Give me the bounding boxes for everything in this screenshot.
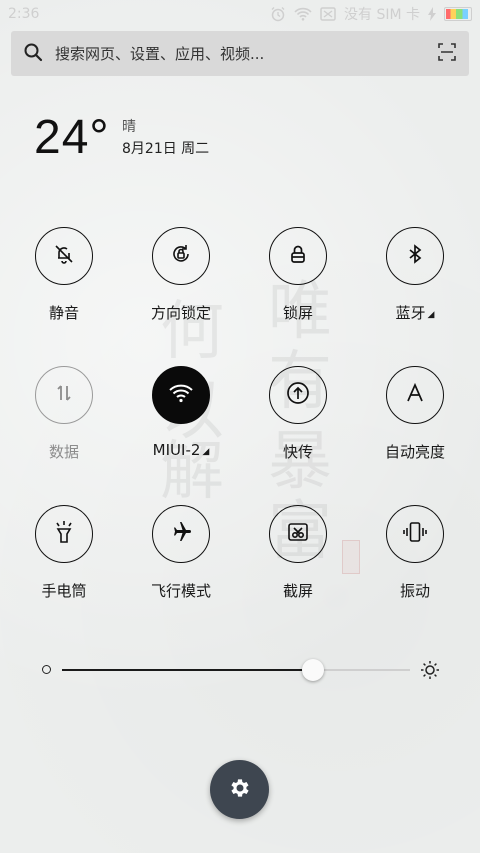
toggle-data-button[interactable]	[35, 366, 93, 424]
toggle-label: 截屏	[282, 582, 313, 600]
toggle-label: 自动亮度	[384, 443, 445, 461]
wifi-icon	[294, 7, 312, 21]
toggle-rotation[interactable]: 方向锁定	[131, 227, 231, 323]
toggle-label: 数据	[48, 443, 79, 461]
weather-date: 8月21日 周二	[122, 141, 210, 157]
toggle-label: 静音	[48, 304, 79, 322]
toggle-auto-brightness[interactable]: 自动亮度	[365, 366, 465, 462]
toggle-data[interactable]: 数据	[14, 366, 114, 462]
alarm-icon	[270, 6, 286, 22]
status-time: 2:36	[8, 6, 40, 22]
toggle-flashlight[interactable]: 手电筒	[14, 505, 114, 601]
settings-button[interactable]	[210, 760, 269, 819]
brightness-thumb[interactable]	[301, 659, 324, 681]
more-options-icon: ◢	[202, 447, 210, 457]
toggle-label: 快传	[282, 443, 313, 461]
toggle-lock-button[interactable]	[269, 227, 327, 285]
toggle-label: 手电筒	[41, 582, 87, 600]
toggle-mute[interactable]: 静音	[14, 227, 114, 323]
bluetooth-icon	[403, 242, 427, 270]
search-input[interactable]: 搜索网页、设置、应用、视频...	[55, 43, 437, 64]
toggle-rotation-button[interactable]	[152, 227, 210, 285]
toggle-vibrate[interactable]: 振动	[365, 505, 465, 601]
toggle-auto-brightness-button[interactable]	[386, 366, 444, 424]
flashlight-icon	[52, 519, 76, 549]
brightness-fill	[62, 669, 313, 671]
toggle-screenshot-button[interactable]	[269, 505, 327, 563]
more-options-icon: ◢	[427, 310, 435, 320]
brightness-slider[interactable]	[40, 656, 440, 684]
battery-icon	[444, 7, 472, 21]
carrier-text: 没有 SIM 卡	[344, 7, 420, 23]
bell-off-icon	[52, 242, 76, 270]
status-bar: 2:36 没有 SIM 卡	[0, 0, 480, 28]
brightness-low-icon	[42, 665, 51, 674]
toggle-bluetooth[interactable]: 蓝牙 ◢	[365, 227, 465, 323]
toggle-quickshare-button[interactable]	[269, 366, 327, 424]
toggle-wifi[interactable]: MIUI-2 ◢	[131, 366, 231, 459]
toggle-label: MIUI-2 ◢	[153, 441, 210, 459]
no-sim-icon	[320, 7, 336, 21]
toggle-bluetooth-button[interactable]	[386, 227, 444, 285]
toggle-mute-button[interactable]	[35, 227, 93, 285]
search-bar[interactable]: 搜索网页、设置、应用、视频...	[11, 31, 469, 76]
toggle-label-text: 蓝牙	[395, 304, 426, 322]
toggle-label: 锁屏	[282, 304, 313, 322]
scan-icon[interactable]	[437, 42, 457, 66]
mobile-data-icon	[52, 381, 76, 409]
gear-icon	[228, 776, 252, 804]
toggle-label-text: MIUI-2	[152, 441, 201, 459]
toggle-vibrate-button[interactable]	[386, 505, 444, 563]
search-icon	[23, 42, 43, 66]
toggle-airplane[interactable]: 飞行模式	[131, 505, 231, 601]
status-icons: 没有 SIM 卡	[270, 4, 472, 24]
toggle-label: 飞行模式	[150, 582, 211, 600]
toggle-wifi-button[interactable]	[152, 366, 210, 424]
lock-icon	[286, 242, 310, 270]
toggle-label: 振动	[399, 582, 430, 600]
temperature: 24°	[34, 111, 110, 164]
rotation-lock-icon	[169, 242, 193, 270]
charging-icon	[428, 7, 436, 21]
toggle-label: 方向锁定	[150, 304, 211, 322]
toggle-airplane-button[interactable]	[152, 505, 210, 563]
toggle-label: 蓝牙 ◢	[396, 302, 435, 323]
toggle-quickshare[interactable]: 快传	[248, 366, 348, 462]
vibrate-icon	[402, 520, 428, 548]
toggle-lock[interactable]: 锁屏	[248, 227, 348, 323]
toggle-flashlight-button[interactable]	[35, 505, 93, 563]
upload-icon	[285, 380, 311, 410]
wifi-icon	[168, 382, 194, 408]
weather-condition: 晴	[122, 119, 136, 135]
airplane-icon	[169, 520, 193, 548]
scissors-icon	[286, 520, 310, 548]
sun-icon	[420, 660, 440, 684]
brightness-track[interactable]	[62, 669, 410, 671]
toggle-screenshot[interactable]: 截屏	[248, 505, 348, 601]
letter-a-icon	[403, 381, 427, 409]
